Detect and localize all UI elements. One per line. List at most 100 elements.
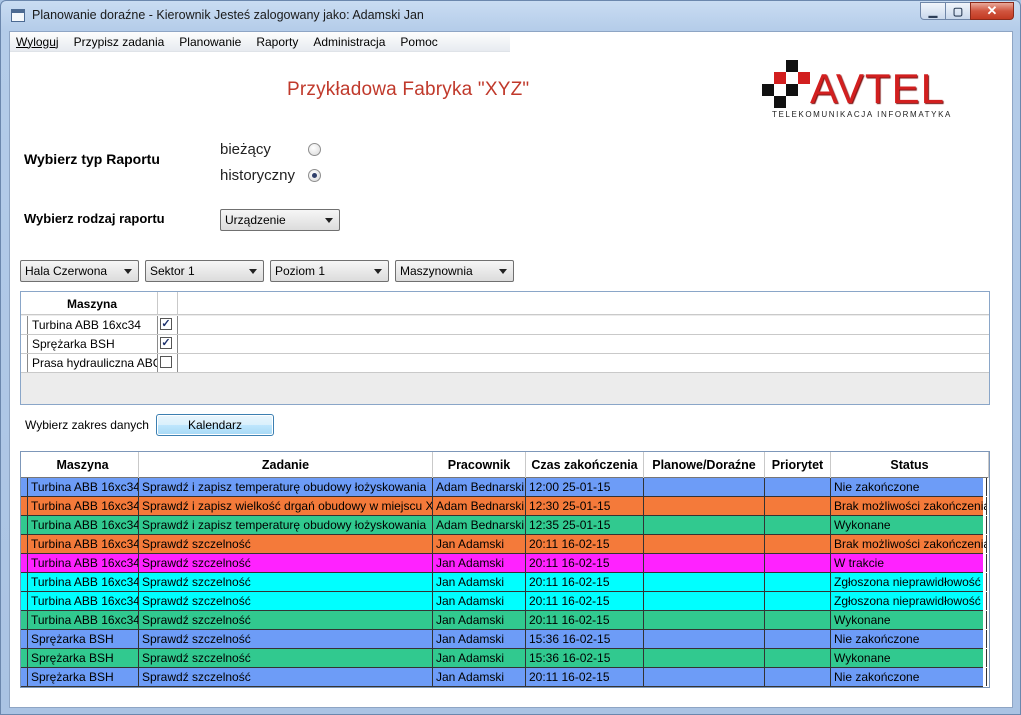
- calendar-button[interactable]: Kalendarz: [156, 414, 274, 436]
- machine-row[interactable]: Prasa hydrauliczna ABC: [21, 354, 989, 373]
- cell-planowe: [644, 554, 765, 572]
- cell-status: Nie zakończone: [831, 630, 987, 648]
- table-row[interactable]: Sprężarka BSH Sprawdź szczelność Jan Adams…: [21, 630, 987, 649]
- close-button[interactable]: ✕: [970, 2, 1014, 20]
- cell-czas: 20:11 16-02-15: [526, 554, 644, 572]
- cell-status: Wykonane: [831, 611, 987, 629]
- cell-planowe: [644, 516, 765, 534]
- radio-label-historyczny[interactable]: historyczny: [220, 167, 295, 184]
- table-row[interactable]: Turbina ABB 16xc34 Sprawdź szczelność Jan …: [21, 535, 987, 554]
- column-header-czas-zakonczenia[interactable]: Czas zakończenia: [526, 452, 644, 478]
- table-row[interactable]: Turbina ABB 16xc34 Sprawdź i zapisz wielk…: [21, 497, 987, 516]
- window-title: Planowanie doraźne - Kierownik Jesteś za…: [32, 8, 424, 22]
- radio-historyczny[interactable]: [308, 169, 321, 182]
- logo-square-icon: [786, 60, 798, 72]
- menu-item-wyloguj[interactable]: Wyloguj: [16, 35, 59, 49]
- cell-zadanie: Sprawdź szczelność: [139, 611, 433, 629]
- minimize-button[interactable]: ▁: [920, 2, 946, 20]
- machine-column-header[interactable]: Maszyna: [27, 292, 158, 315]
- hall-value: Hala Czerwona: [25, 264, 108, 278]
- cell-czas: 15:36 16-02-15: [526, 649, 644, 667]
- logo-square-icon: [774, 96, 786, 108]
- chevron-down-icon: [124, 268, 132, 274]
- maximize-button[interactable]: ▢: [945, 2, 971, 20]
- column-header-pracownik[interactable]: Pracownik: [433, 452, 526, 478]
- cell-planowe: [644, 497, 765, 515]
- machine-row[interactable]: Turbina ABB 16xc34 ✓: [21, 316, 989, 335]
- machine-checkbox[interactable]: ✓: [160, 337, 172, 349]
- cell-zadanie: Sprawdź szczelność: [139, 573, 433, 591]
- machine-checkbox[interactable]: ✓: [160, 318, 172, 330]
- cell-status: Wykonane: [831, 649, 987, 667]
- machine-row[interactable]: Sprężarka BSH ✓: [21, 335, 989, 354]
- cell-maszyna: Sprężarka BSH: [27, 649, 139, 667]
- menu-item-pomoc[interactable]: Pomoc: [400, 35, 437, 49]
- menu-item-planowanie[interactable]: Planowanie: [179, 35, 241, 49]
- column-header-zadanie[interactable]: Zadanie: [139, 452, 433, 478]
- table-row[interactable]: Turbina ABB 16xc34 Sprawdź szczelność Jan …: [21, 592, 987, 611]
- cell-maszyna: Turbina ABB 16xc34: [27, 535, 139, 553]
- logo-word: AVTEL: [810, 65, 945, 112]
- cell-czas: 15:36 16-02-15: [526, 630, 644, 648]
- column-header-planowe-dorazne[interactable]: Planowe/Doraźne: [644, 452, 765, 478]
- menu-item-administracja[interactable]: Administracja: [313, 35, 385, 49]
- table-row[interactable]: Sprężarka BSH Sprawdź szczelność Jan Adams…: [21, 668, 987, 687]
- sector-select[interactable]: Sektor 1: [145, 260, 264, 282]
- chevron-down-icon: [374, 268, 382, 274]
- table-row[interactable]: Turbina ABB 16xc34 Sprawdź szczelność Jan …: [21, 554, 987, 573]
- chevron-down-icon: [249, 268, 257, 274]
- column-header-maszyna[interactable]: Maszyna: [27, 452, 139, 478]
- logo-square-icon: [786, 84, 798, 96]
- machine-checkbox[interactable]: [160, 356, 172, 368]
- room-select[interactable]: Maszynownia: [395, 260, 514, 282]
- cell-maszyna: Turbina ABB 16xc34: [27, 573, 139, 591]
- table-row[interactable]: Turbina ABB 16xc34 Sprawdź i zapisz tempe…: [21, 478, 987, 497]
- menu-item-przypisz-zadania[interactable]: Przypisz zadania: [74, 35, 165, 49]
- level-select[interactable]: Poziom 1: [270, 260, 389, 282]
- table-row[interactable]: Turbina ABB 16xc34 Sprawdź szczelność Jan …: [21, 573, 987, 592]
- table-row[interactable]: Sprężarka BSH Sprawdź szczelność Jan Adams…: [21, 649, 987, 668]
- cell-status: Brak możliwości zakończenia: [831, 535, 987, 553]
- report-kind-label: Wybierz rodzaj raportu: [24, 211, 165, 226]
- room-value: Maszynownia: [400, 264, 473, 278]
- cell-status: Zgłoszona nieprawidłowość: [831, 592, 987, 610]
- menu-item-raporty[interactable]: Raporty: [256, 35, 298, 49]
- cell-status: Zgłoszona nieprawidłowość: [831, 573, 987, 591]
- title-bar[interactable]: Planowanie doraźne - Kierownik Jesteś za…: [1, 1, 1020, 31]
- app-window: Planowanie doraźne - Kierownik Jesteś za…: [0, 0, 1021, 715]
- cell-pracownik: Adam Bednarski: [433, 497, 526, 515]
- cell-czas: 20:11 16-02-15: [526, 573, 644, 591]
- cell-planowe: [644, 592, 765, 610]
- cell-maszyna: Sprężarka BSH: [27, 630, 139, 648]
- radio-biezacy[interactable]: [308, 143, 321, 156]
- cell-pracownik: Jan Adamski: [433, 535, 526, 553]
- cell-zadanie: Sprawdź szczelność: [139, 630, 433, 648]
- sector-value: Sektor 1: [150, 264, 195, 278]
- radio-label-biezacy[interactable]: bieżący: [220, 141, 271, 158]
- report-kind-select[interactable]: Urządzenie: [220, 209, 340, 231]
- machine-list-header: Maszyna: [21, 292, 989, 315]
- hall-select[interactable]: Hala Czerwona: [20, 260, 139, 282]
- cell-pracownik: Jan Adamski: [433, 668, 526, 686]
- table-row[interactable]: Turbina ABB 16xc34 Sprawdź szczelność Jan …: [21, 611, 987, 630]
- table-row[interactable]: Turbina ABB 16xc34 Sprawdź i zapisz tempe…: [21, 516, 987, 535]
- column-header-priorytet[interactable]: Priorytet: [765, 452, 831, 478]
- logo-tagline: TELEKOMUNIKACJA INFORMATYKA: [772, 110, 952, 119]
- check-column-header[interactable]: [158, 292, 178, 315]
- cell-zadanie: Sprawdź szczelność: [139, 554, 433, 572]
- cell-czas: 12:35 25-01-15: [526, 516, 644, 534]
- level-value: Poziom 1: [275, 264, 326, 278]
- cell-planowe: [644, 535, 765, 553]
- chevron-down-icon: [325, 217, 333, 223]
- cell-maszyna: Turbina ABB 16xc34: [27, 478, 139, 496]
- machine-name: Prasa hydrauliczna ABC: [27, 354, 158, 372]
- cell-priorytet: [765, 611, 831, 629]
- cell-pracownik: Jan Adamski: [433, 630, 526, 648]
- cell-planowe: [644, 478, 765, 496]
- machine-name: Turbina ABB 16xc34: [27, 316, 158, 334]
- column-header-status[interactable]: Status: [831, 452, 989, 478]
- cell-planowe: [644, 630, 765, 648]
- logo-square-icon: [774, 72, 786, 84]
- cell-pracownik: Adam Bednarski: [433, 478, 526, 496]
- cell-priorytet: [765, 535, 831, 553]
